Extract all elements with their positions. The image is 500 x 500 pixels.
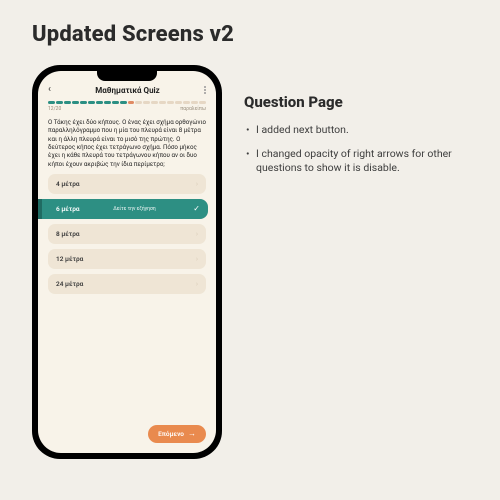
bullet-list: I added next button. I changed opacity of… [244,123,476,176]
bullet-item: I changed opacity of right arrows for ot… [244,147,476,175]
answers-list: 4 μέτρα › 6 μέτρα Δείτε την εξήγηση ✓ 8 μέτρα… [38,174,216,294]
progress-segment [112,101,119,104]
arrow-right-icon: → [188,430,196,438]
answer-label: 8 μέτρα [56,230,80,238]
answer-option-selected[interactable]: 6 μέτρα Δείτε την εξήγηση ✓ [42,199,208,219]
answer-hint: Δείτε την εξήγηση [113,206,156,212]
side-heading: Question Page [244,93,476,111]
phone-mock: ‹ Μαθηματικά Quiz 12/20 παραλείπω Ο Τάκη… [32,65,222,459]
chevron-right-icon: › [196,230,198,238]
quiz-title: Μαθηματικά Quiz [95,86,159,95]
check-icon: ✓ [193,205,200,213]
progress-segment [120,101,127,104]
chevron-right-icon: › [196,280,198,288]
progress-segment [135,101,142,104]
answer-label: 4 μέτρα [56,180,80,188]
answer-option[interactable]: 24 μέτρα › [48,274,206,294]
answer-option[interactable]: 4 μέτρα › [48,174,206,194]
next-button-wrap: Επόμενο → [148,425,206,443]
next-button-label: Επόμενο [158,430,184,438]
progress-segment [191,101,198,104]
phone-notch [97,71,157,81]
chevron-right-icon: › [196,180,198,188]
answer-label: 12 μέτρα [56,255,83,263]
progress-segment [104,101,111,104]
back-icon[interactable]: ‹ [48,85,51,95]
progress-segment [88,101,95,104]
progress-segment [64,101,71,104]
stage: ‹ Μαθηματικά Quiz 12/20 παραλείπω Ο Τάκη… [0,47,500,459]
chevron-right-icon: › [196,255,198,263]
skip-link[interactable]: παραλείπω [180,106,206,112]
meta-row: 12/20 παραλείπω [38,104,216,112]
question-counter: 12/20 [48,106,61,112]
progress-segment [128,101,135,104]
answer-label: 24 μέτρα [56,280,83,288]
answer-option[interactable]: 12 μέτρα › [48,249,206,269]
progress-segment [96,101,103,104]
page-title: Updated Screens v2 [0,0,500,47]
progress-segment [175,101,182,104]
progress-segment [72,101,79,104]
phone-screen: ‹ Μαθηματικά Quiz 12/20 παραλείπω Ο Τάκη… [38,71,216,453]
progress-segment [80,101,87,104]
answer-label: 6 μέτρα [56,205,80,213]
next-button[interactable]: Επόμενο → [148,425,206,443]
progress-segment [48,101,55,104]
kebab-icon[interactable] [204,86,206,94]
question-text: Ο Τάκης έχει δύο κήπους. Ο ένας έχει σχή… [38,112,216,172]
progress-segment [167,101,174,104]
progress-segment [151,101,158,104]
progress-segment [143,101,150,104]
progress-segment [56,101,63,104]
side-panel: Question Page I added next button. I chan… [244,65,476,186]
progress-segment [183,101,190,104]
bullet-item: I added next button. [244,123,476,137]
progress-segment [199,101,206,104]
progress-segment [159,101,166,104]
answer-option[interactable]: 8 μέτρα › [48,224,206,244]
